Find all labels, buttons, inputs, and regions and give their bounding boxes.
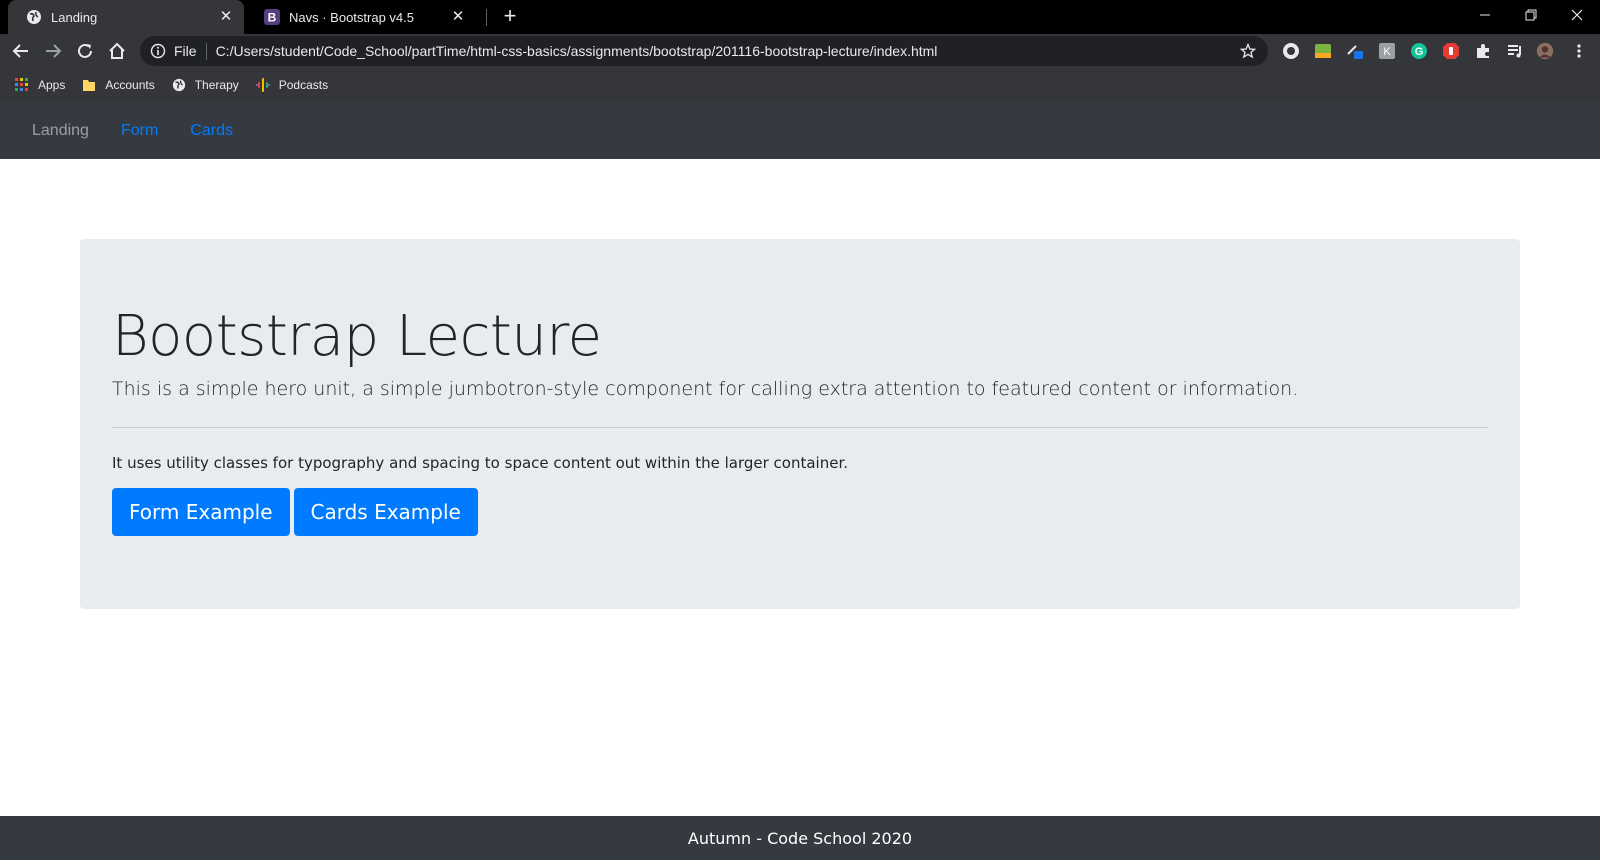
minimize-icon[interactable] (1462, 0, 1508, 30)
tab-strip: Landing ✕ B Navs · Bootstrap v4.5 ✕ + (0, 0, 1600, 34)
tab-title: Landing (51, 9, 98, 25)
url-text[interactable]: C:/Users/student/Code_School/partTime/ht… (216, 43, 1236, 59)
restore-icon[interactable] (1508, 0, 1554, 30)
svg-text:G: G (1415, 46, 1424, 58)
nav-link-form[interactable]: Form (105, 114, 174, 148)
globe-icon (171, 77, 187, 93)
form-example-button[interactable]: Form Example (112, 488, 290, 537)
address-separator (205, 42, 207, 60)
bookmark-label: Podcasts (278, 78, 329, 92)
podcasts-icon (255, 77, 271, 93)
kebab-menu-icon[interactable] (1570, 42, 1588, 60)
jumbotron: Bootstrap Lecture This is a simple hero … (80, 239, 1520, 609)
svg-text:B: B (268, 11, 277, 25)
bookmark-therapy[interactable]: Therapy (171, 77, 239, 93)
bookmark-label: Apps (38, 78, 66, 92)
extension-image-icon[interactable] (1314, 42, 1332, 60)
body-text: It uses utility classes for typography a… (112, 454, 848, 473)
scheme-label: File (174, 43, 197, 59)
footer-text: Autumn - Code School 2020 (687, 828, 913, 848)
reload-icon[interactable] (73, 39, 97, 63)
adblock-icon[interactable] (1442, 42, 1460, 60)
tab-separator (486, 9, 487, 26)
tab-bootstrap-navs[interactable]: B Navs · Bootstrap v4.5 ✕ (246, 0, 476, 34)
browser-toolbar: File C:/Users/student/Code_School/partTi… (0, 34, 1600, 68)
svg-text:K: K (1383, 46, 1391, 58)
extension-puzzle-k-icon[interactable]: K (1378, 42, 1396, 60)
extension-pen-icon[interactable] (1346, 42, 1364, 60)
apps-grid-icon (14, 77, 30, 93)
page-title: Bootstrap Lecture (112, 304, 602, 369)
site-footer: Autumn - Code School 2020 (0, 816, 1600, 860)
grammarly-icon[interactable]: G (1410, 42, 1428, 60)
bookmark-label: Therapy (194, 78, 239, 92)
back-arrow-icon[interactable] (9, 39, 33, 63)
nav-link-landing[interactable]: Landing (16, 114, 105, 148)
extension-circle-icon[interactable] (1282, 42, 1300, 60)
info-icon[interactable] (150, 43, 166, 59)
divider (112, 427, 1488, 429)
close-window-icon[interactable] (1554, 0, 1600, 30)
button-group: Form Example Cards Example (112, 488, 1488, 537)
media-queue-icon[interactable] (1506, 42, 1524, 60)
close-icon[interactable]: ✕ (450, 9, 466, 25)
bookmark-apps[interactable]: Apps (14, 77, 65, 93)
site-navbar: Landing Form Cards (0, 102, 1600, 159)
bookmarks-bar: Apps Accounts Therapy Podcasts (0, 68, 1600, 102)
close-icon[interactable]: ✕ (218, 9, 234, 25)
forward-arrow-icon[interactable] (41, 39, 65, 63)
bootstrap-icon: B (264, 9, 280, 25)
bookmark-label: Accounts (105, 78, 155, 92)
tab-title: Navs · Bootstrap v4.5 (289, 9, 414, 25)
folder-icon (81, 77, 97, 93)
address-bar[interactable]: File C:/Users/student/Code_School/partTi… (140, 36, 1268, 66)
bookmark-podcasts[interactable]: Podcasts (255, 77, 328, 93)
bookmark-accounts[interactable]: Accounts (81, 77, 155, 93)
cards-example-button[interactable]: Cards Example (293, 488, 478, 537)
new-tab-icon[interactable]: + (498, 5, 522, 29)
globe-icon (26, 9, 42, 25)
tab-landing[interactable]: Landing ✕ (8, 0, 244, 34)
home-icon[interactable] (105, 39, 129, 63)
nav-link-cards[interactable]: Cards (174, 114, 249, 148)
lead-text: This is a simple hero unit, a simple jum… (112, 378, 1299, 401)
bookmark-star-icon[interactable] (1236, 39, 1260, 63)
avatar[interactable] (1536, 42, 1554, 60)
extensions-puzzle-icon[interactable] (1474, 42, 1492, 60)
